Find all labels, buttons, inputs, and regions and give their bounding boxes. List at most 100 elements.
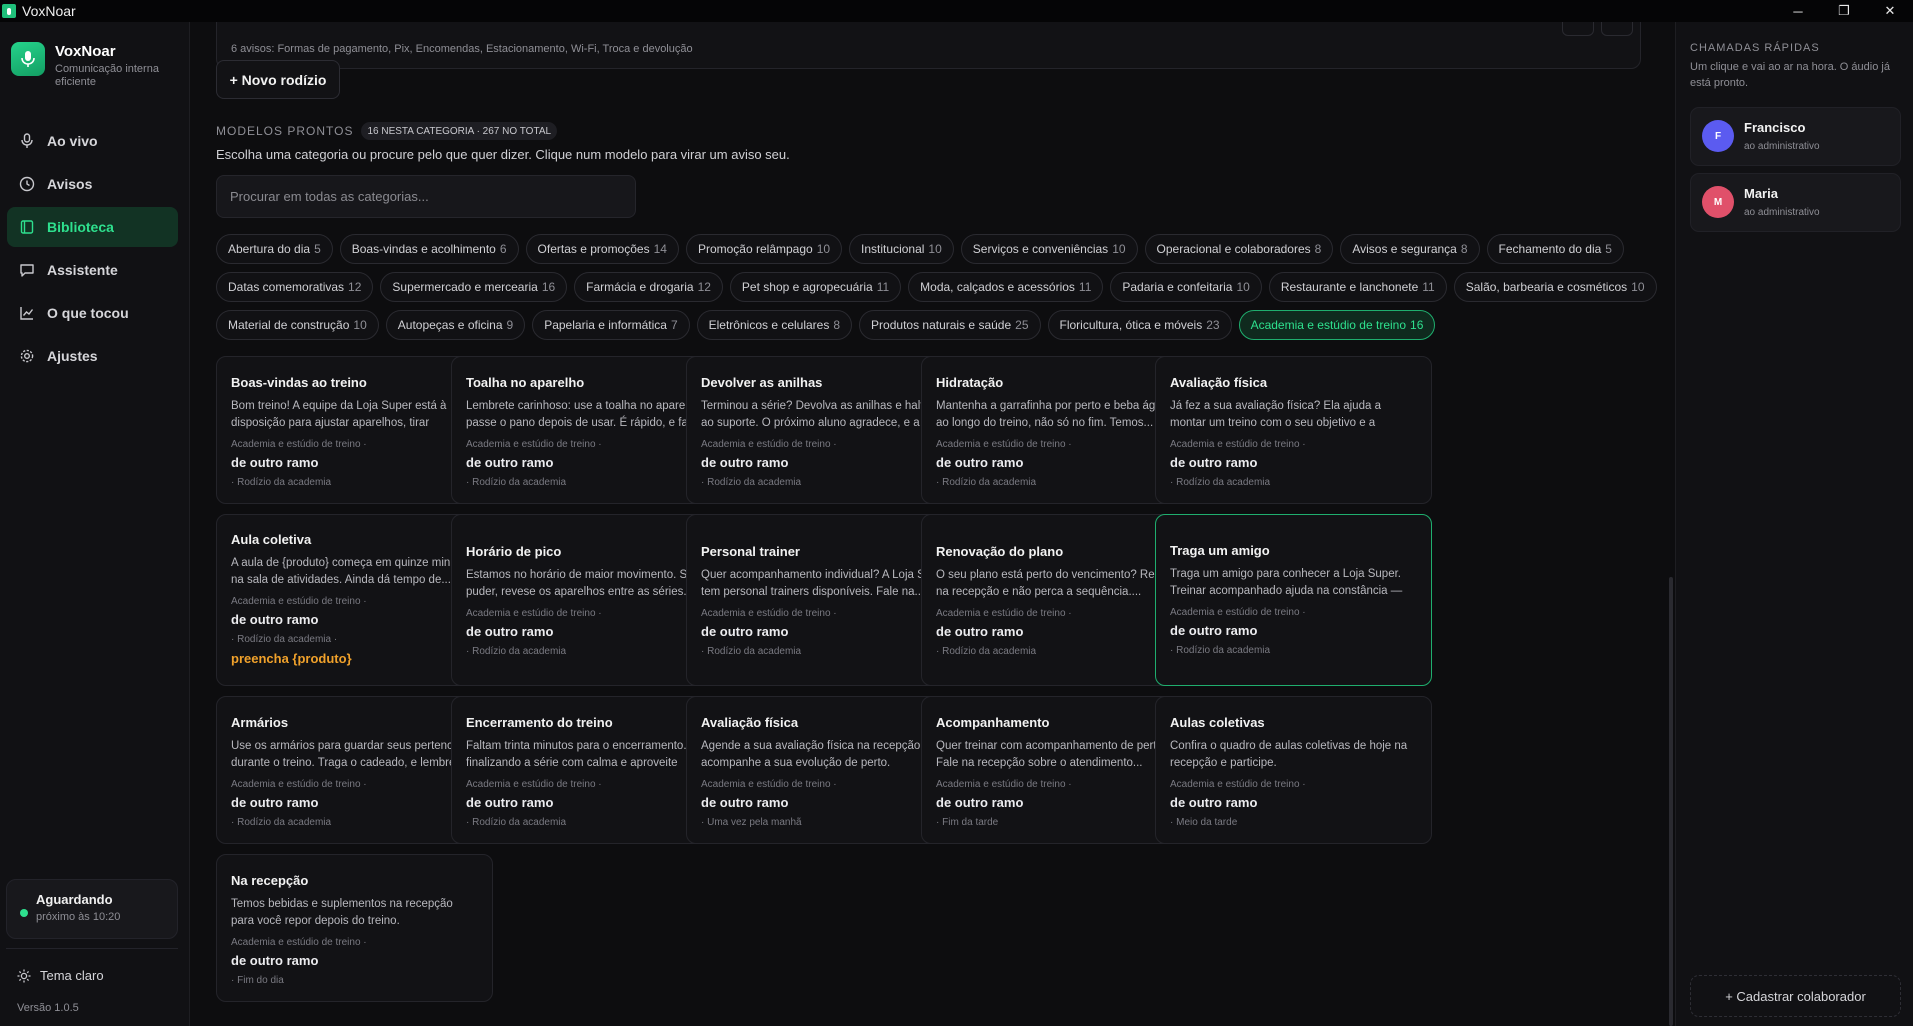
template-rotation-tag: · Rodízio da academia (701, 477, 802, 488)
category-chip[interactable]: Padaria e confeitaria 10 (1110, 272, 1262, 302)
nav-item-ajustes[interactable]: Ajustes (7, 336, 178, 376)
category-chip[interactable]: Institucional 10 (849, 234, 954, 264)
category-chip-count: 14 (653, 242, 667, 256)
scrollbar[interactable] (1669, 577, 1673, 1026)
theme-toggle[interactable]: Tema claro (17, 968, 104, 983)
template-rotation-tag: · Rodízio da academia (701, 646, 802, 657)
main-nav: Ao vivo Avisos Biblioteca Assistente O q… (7, 121, 178, 379)
category-chip[interactable]: Moda, calçados e acessórios 11 (908, 272, 1104, 302)
template-branch: de outro ramo (466, 455, 554, 470)
template-body: Quer acompanhamento individual? A Loja S… (701, 569, 948, 598)
new-rotation-button[interactable]: + Novo rodízio (216, 60, 340, 99)
avatar: M (1702, 186, 1734, 218)
category-chip[interactable]: Floricultura, ótica e móveis 23 (1047, 310, 1232, 340)
category-chip[interactable]: Salão, barbearia e cosméticos 10 (1453, 272, 1657, 302)
restore-button[interactable]: ❐ (1821, 0, 1867, 22)
template-title: Avaliação física (1170, 375, 1268, 390)
category-chip-label: Farmácia e drogaria (586, 280, 694, 294)
app-version: Versão 1.0.5 (17, 1002, 79, 1014)
category-chip-count: 12 (348, 280, 362, 294)
template-card[interactable]: Avaliação física Já fez a sua avaliação f… (1155, 356, 1432, 504)
rotation-action-button[interactable] (1601, 22, 1633, 36)
minimize-button[interactable]: ─ (1775, 0, 1821, 22)
template-title: Traga um amigo (1170, 543, 1270, 558)
template-title: Toalha no aparelho (466, 375, 585, 390)
register-collaborator-button[interactable]: + Cadastrar colaborador (1690, 975, 1901, 1017)
rotation-action-button[interactable] (1562, 22, 1594, 36)
template-rotation-tag: · Fim da tarde (936, 817, 999, 828)
category-chip[interactable]: Fechamento do dia 5 (1486, 234, 1624, 264)
category-chip[interactable]: Operacional e colaboradores 8 (1144, 234, 1334, 264)
category-chip[interactable]: Serviços e conveniências 10 (960, 234, 1138, 264)
template-branch: de outro ramo (1170, 795, 1258, 810)
book-icon (18, 218, 36, 236)
template-branch: de outro ramo (231, 953, 319, 968)
nav-label: O que tocou (47, 305, 129, 321)
template-branch: de outro ramo (231, 612, 319, 627)
category-chip[interactable]: Ofertas e promoções 14 (525, 234, 679, 264)
category-chip[interactable]: Pet shop e agropecuária 11 (729, 272, 902, 302)
template-branch: de outro ramo (231, 795, 319, 810)
template-rotation-tag: · Rodízio da academia (466, 646, 567, 657)
nav-item-assistente[interactable]: Assistente (7, 250, 178, 290)
category-chip[interactable]: Boas-vindas e acolhimento 6 (339, 234, 519, 264)
close-button[interactable]: ✕ (1867, 0, 1913, 22)
category-chip-row: Material de construção 10 Autopeças e ofic… (216, 310, 1442, 340)
category-chip[interactable]: Papelaria e informática 7 (532, 310, 690, 340)
category-chip[interactable]: Abertura do dia 5 (216, 234, 333, 264)
category-chip-count: 10 (1236, 280, 1250, 294)
template-card[interactable]: Na recepção Temos bebidas e suplementos n… (216, 854, 493, 1002)
template-title: Devolver as anilhas (701, 375, 823, 390)
template-rotation-tag: · Rodízio da academia (466, 817, 567, 828)
category-chip[interactable]: Farmácia e drogaria 12 (574, 272, 723, 302)
category-chip-count: 10 (1112, 242, 1126, 256)
contact-card-francisco[interactable]: F Francisco ao administrativo (1690, 107, 1901, 166)
category-chip[interactable]: Academia e estúdio de treino 16 (1238, 310, 1436, 340)
category-chip[interactable]: Avisos e segurança 8 (1340, 234, 1480, 264)
title-bar: VoxNoar ─ ❐ ✕ (0, 0, 1913, 22)
template-body: A aula de {produto} começa em quinze min… (231, 557, 473, 586)
template-title: Aula coletiva (231, 532, 312, 547)
category-chip[interactable]: Restaurante e lanchonete 11 (1268, 272, 1447, 302)
gear-icon (18, 347, 36, 365)
main-content: 6 avisos: Formas de pagamento, Pix, Enco… (191, 22, 1675, 1026)
template-warning: preencha {produto} (231, 651, 352, 666)
category-chip-label: Salão, barbearia e cosméticos (1465, 280, 1628, 294)
category-chip[interactable]: Autopeças e oficina 9 (385, 310, 526, 340)
template-card[interactable]: Aulas coletivas Confira o quadro de aulas… (1155, 696, 1432, 844)
nav-item-ao-vivo[interactable]: Ao vivo (7, 121, 178, 161)
category-chip[interactable]: Supermercado e mercearia 16 (380, 272, 568, 302)
nav-label: Assistente (47, 262, 118, 278)
microphone-icon (18, 132, 36, 150)
category-chip-label: Pet shop e agropecuária (741, 280, 873, 294)
nav-item-o-que-tocou[interactable]: O que tocou (7, 293, 178, 333)
sidebar: VoxNoar Comunicação interna eficiente Ao… (0, 22, 190, 1026)
template-title: Boas-vindas ao treino (231, 375, 367, 390)
nav-item-avisos[interactable]: Avisos (7, 164, 178, 204)
nav-item-biblioteca[interactable]: Biblioteca (7, 207, 178, 247)
category-chip[interactable]: Datas comemorativas 12 (216, 272, 374, 302)
category-chip-count: 7 (670, 318, 678, 332)
category-chip-label: Moda, calçados e acessórios (920, 280, 1075, 294)
category-chip[interactable]: Material de construção 10 (216, 310, 379, 340)
contact-card-maria[interactable]: M Maria ao administrativo (1690, 173, 1901, 232)
template-category: Academia e estúdio de treino · (231, 937, 367, 948)
rotation-card[interactable]: 6 avisos: Formas de pagamento, Pix, Enco… (216, 22, 1641, 69)
category-chip-count: 10 (353, 318, 367, 332)
template-branch: de outro ramo (231, 455, 319, 470)
category-chip[interactable]: Produtos naturais e saúde 25 (859, 310, 1041, 340)
category-chip-count: 10 (928, 242, 942, 256)
category-chip-count: 10 (816, 242, 831, 256)
brand: VoxNoar Comunicação interna eficiente (11, 42, 165, 89)
template-body: Estamos no horário de maior movimento. S… (466, 569, 694, 598)
category-chip[interactable]: Eletrônicos e celulares 8 (696, 310, 853, 340)
category-chip-count: 5 (1605, 242, 1612, 256)
search-input[interactable] (216, 175, 636, 218)
quick-calls-panel: CHAMADAS RÁPIDAS Um clique e vai ao ar n… (1675, 22, 1913, 1026)
template-category: Academia e estúdio de treino · (936, 439, 1072, 450)
template-body: Terminou a série? Devolva as anilhas e h… (701, 400, 946, 429)
template-card[interactable]: Traga um amigo Traga um amigo para conhec… (1155, 514, 1432, 686)
template-branch: de outro ramo (936, 624, 1024, 639)
template-title: Horário de pico (466, 544, 562, 559)
category-chip[interactable]: Promoção relâmpago 10 (685, 234, 843, 264)
